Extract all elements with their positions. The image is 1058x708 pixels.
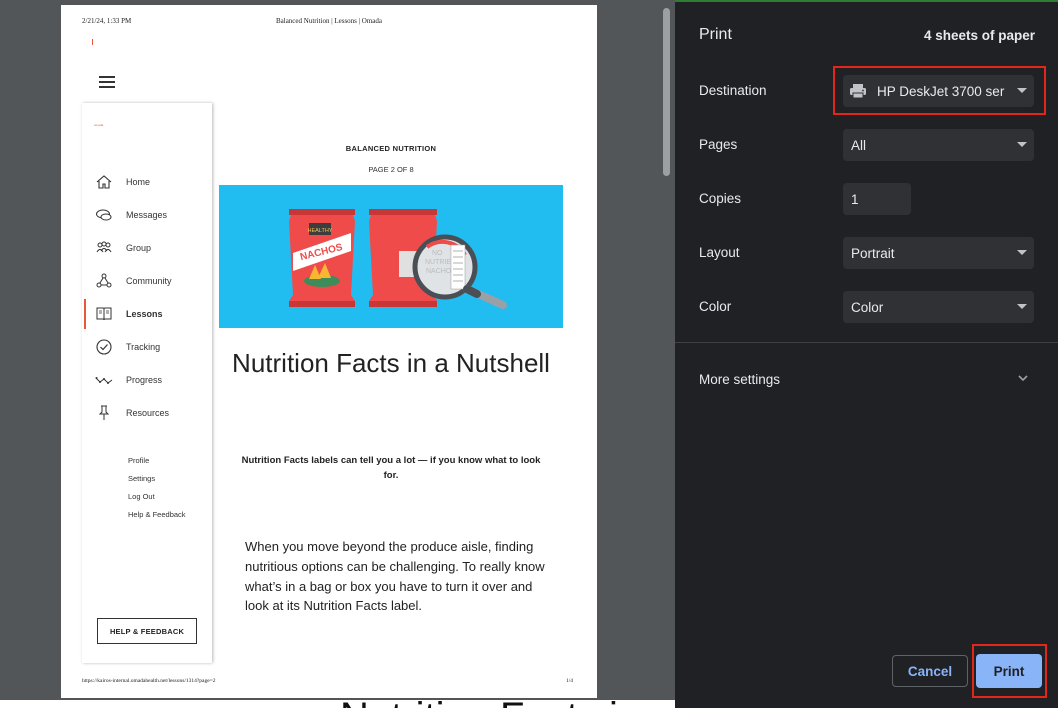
destination-select[interactable]: HP DeskJet 3700 ser bbox=[843, 75, 1034, 107]
chevron-down-icon[interactable] bbox=[1016, 371, 1030, 385]
nav-item-group: Group bbox=[82, 235, 212, 261]
copies-label: Copies bbox=[699, 191, 742, 206]
progress-icon bbox=[95, 377, 113, 384]
color-value: Color bbox=[851, 299, 884, 315]
healthy-nachos-bag-illustration: HEALTHY NACHOS bbox=[289, 209, 355, 307]
nav-item-resources: Resources bbox=[82, 400, 212, 426]
nav-label-group: Group bbox=[126, 243, 152, 253]
orange-marker bbox=[92, 39, 93, 45]
nav-item-community: Community bbox=[82, 268, 212, 294]
chevron-down-icon bbox=[1017, 304, 1027, 309]
community-icon bbox=[96, 273, 112, 288]
tracking-icon bbox=[96, 339, 112, 355]
destination-value: HP DeskJet 3700 ser bbox=[877, 83, 1005, 99]
lesson-hero-image: HEALTHY NACHOS NO NUTRIENT NACHOS bbox=[219, 185, 563, 328]
lesson-title: Nutrition Facts in a Nutshell bbox=[232, 348, 550, 378]
pages-value: All bbox=[851, 137, 867, 153]
lesson-page-indicator: PAGE 2 OF 8 bbox=[368, 165, 414, 174]
hamburger-menu-icon bbox=[99, 76, 115, 88]
nav-label-tracking: Tracking bbox=[126, 342, 161, 352]
nav-item-home: Home bbox=[82, 169, 212, 195]
background-page-title: Nutrition Facts in a Nutshell bbox=[340, 697, 675, 708]
nav-label-home: Home bbox=[126, 177, 151, 187]
page-footer-url: https://kairos-internal.omadahealth.net/… bbox=[82, 678, 216, 684]
chevron-down-icon bbox=[1017, 250, 1027, 255]
preview-scrollbar-thumb[interactable] bbox=[663, 8, 670, 176]
print-preview-area: 2/21/24, 1:33 PM Balanced Nutrition | Le… bbox=[0, 0, 675, 708]
copies-input[interactable]: 1 bbox=[843, 183, 911, 215]
help-feedback-button: HELP & FEEDBACK bbox=[97, 618, 197, 644]
layout-label: Layout bbox=[699, 245, 740, 260]
bag2-text-1: NO bbox=[432, 250, 443, 257]
home-icon bbox=[96, 175, 112, 189]
layout-select[interactable]: Portrait bbox=[843, 237, 1034, 269]
page-footer-number: 1/4 bbox=[566, 678, 574, 684]
resources-icon bbox=[98, 405, 110, 420]
nav-label-resources: Resources bbox=[126, 408, 170, 418]
more-settings-toggle[interactable]: More settings bbox=[699, 372, 780, 387]
print-settings-panel: Print 4 sheets of paper Destination HP D… bbox=[675, 0, 1058, 708]
sub-link-logout: Log Out bbox=[128, 492, 155, 501]
nav-label-lessons: Lessons bbox=[126, 309, 163, 319]
top-accent-line bbox=[675, 0, 1058, 2]
nav-label-progress: Progress bbox=[126, 375, 163, 385]
page-header-title: Balanced Nutrition | Lessons | Omada bbox=[275, 17, 383, 25]
lessons-icon bbox=[96, 307, 112, 321]
cancel-button[interactable]: Cancel bbox=[892, 655, 968, 687]
lesson-kicker: BALANCED NUTRITION bbox=[345, 144, 437, 153]
sheet-count: 4 sheets of paper bbox=[923, 28, 1035, 43]
magnifying-glass-illustration: NO NUTRIENT NACHOS bbox=[412, 234, 507, 309]
color-label: Color bbox=[699, 299, 732, 314]
side-navigation: omada Home Messages Group Community Less… bbox=[82, 103, 212, 663]
pages-label: Pages bbox=[699, 137, 738, 152]
layout-value: Portrait bbox=[851, 245, 895, 261]
messages-icon bbox=[96, 209, 112, 221]
group-icon bbox=[96, 241, 112, 253]
chevron-down-icon bbox=[1017, 142, 1027, 147]
pages-select[interactable]: All bbox=[843, 129, 1034, 161]
settings-divider bbox=[675, 342, 1058, 343]
nav-label-messages: Messages bbox=[126, 210, 168, 220]
nav-item-messages: Messages bbox=[82, 202, 212, 228]
lesson-body-text: When you move beyond the produce aisle, … bbox=[245, 539, 545, 614]
nav-item-tracking: Tracking bbox=[82, 334, 212, 360]
sub-link-settings: Settings bbox=[128, 474, 156, 483]
nav-item-progress: Progress bbox=[82, 367, 212, 393]
preview-page: 2/21/24, 1:33 PM Balanced Nutrition | Le… bbox=[61, 5, 597, 698]
sub-link-profile: Profile bbox=[128, 456, 150, 465]
sub-link-help: Help & Feedback bbox=[128, 510, 186, 519]
nav-item-lessons: Lessons bbox=[82, 299, 212, 329]
omada-logo: omada bbox=[94, 123, 104, 127]
chevron-down-icon bbox=[1017, 88, 1027, 93]
print-button[interactable]: Print bbox=[976, 654, 1042, 688]
color-select[interactable]: Color bbox=[843, 291, 1034, 323]
destination-label: Destination bbox=[699, 83, 767, 98]
print-dialog-title: Print bbox=[699, 26, 732, 43]
nav-label-community: Community bbox=[126, 276, 172, 286]
lesson-subtitle: Nutrition Facts labels can tell you a lo… bbox=[241, 455, 541, 481]
bag1-badge-text: HEALTHY bbox=[308, 228, 333, 234]
printer-icon bbox=[850, 84, 866, 99]
